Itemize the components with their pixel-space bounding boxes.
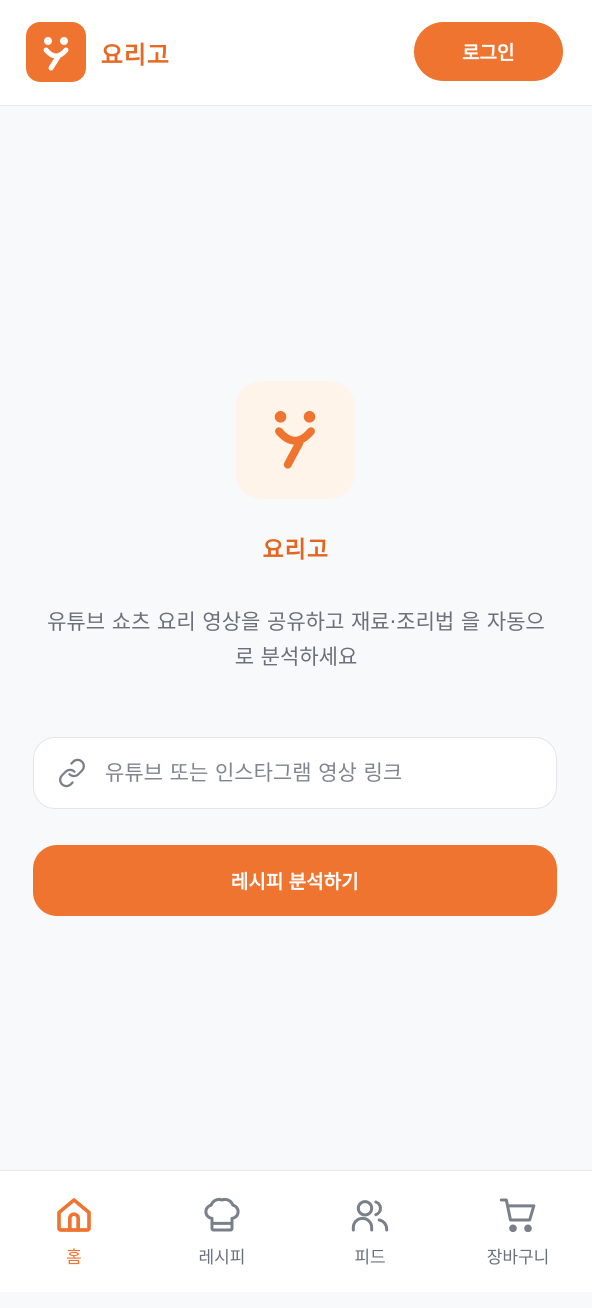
brand[interactable]: 요리고 [26,22,170,82]
nav-item-recipes[interactable]: 레시피 [148,1171,296,1292]
nav-item-cart[interactable]: 장바구니 [444,1171,592,1292]
home-icon [52,1193,96,1237]
users-icon [348,1193,392,1237]
analyze-recipe-button[interactable]: 레시피 분석하기 [33,845,557,916]
hero-description: 유튜브 쇼츠 요리 영상을 공유하고 재료·조리법 을 자동으로 분석하세요 [47,610,545,669]
brand-name: 요리고 [101,40,171,69]
nav-label-recipes: 레시피 [198,1248,246,1268]
top-header: 요리고 로그인 [0,0,592,106]
app-screen: 요리고 로그인 요리고 유튜브 쇼츠 요리 영상을 공유하고 재료·조리법 을 … [0,0,592,1308]
hero-title: 요리고 [262,537,330,563]
hero-logo-icon [236,381,354,499]
cart-icon [496,1193,540,1237]
nav-item-home[interactable]: 홈 [0,1171,148,1292]
login-button[interactable]: 로그인 [414,22,563,81]
video-link-input[interactable] [105,753,556,793]
video-link-field[interactable] [33,737,557,809]
nav-item-feed[interactable]: 피드 [296,1171,444,1292]
bottom-nav: 홈 레시피 피드 장바구니 [0,1170,592,1292]
fork-smile-icon [26,22,86,82]
nav-label-home: 홈 [66,1248,82,1268]
link-icon [56,757,88,789]
nav-label-feed: 피드 [354,1248,386,1268]
chef-hat-icon [200,1193,244,1237]
nav-label-cart: 장바구니 [486,1248,550,1268]
